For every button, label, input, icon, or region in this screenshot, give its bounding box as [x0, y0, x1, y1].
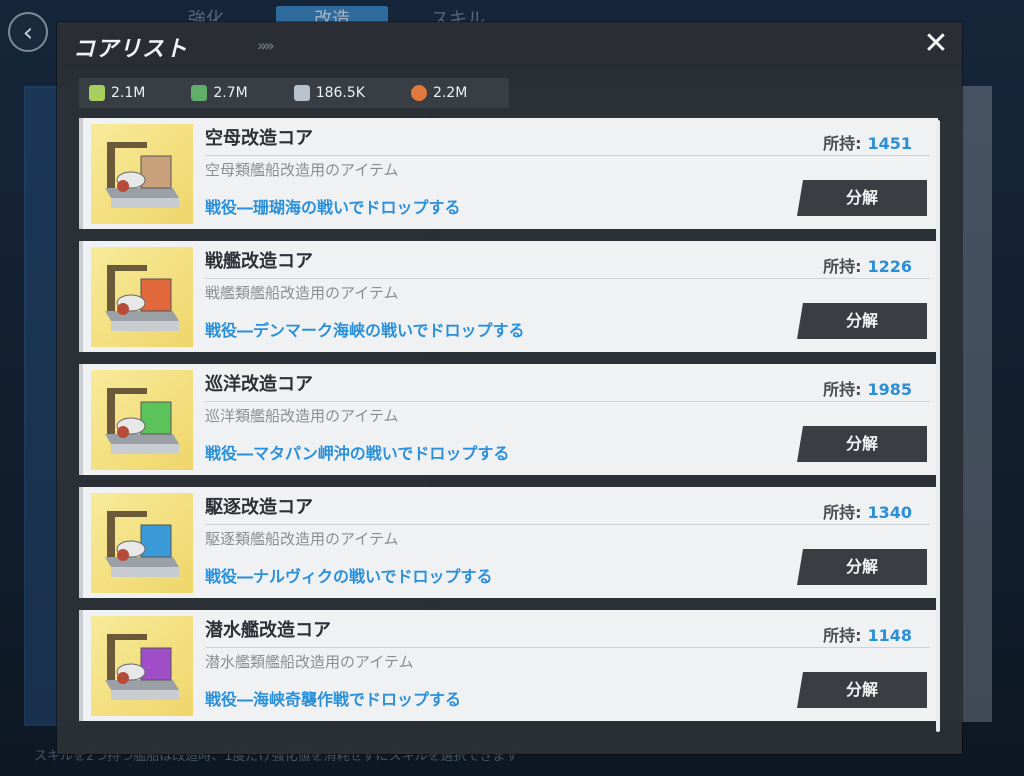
- ammo-icon: [191, 85, 208, 101]
- owned-label: 所持:: [823, 503, 862, 522]
- core-item-card: 空母改造コア 所持: 1451 空母類艦船改造用のアイテム 戦役―珊瑚海の戦いでド…: [79, 118, 938, 229]
- owned-count: 1340: [867, 503, 912, 522]
- core-item-source-link[interactable]: 戦役―海峡奇襲作戦でドロップする: [205, 686, 461, 710]
- fuel-icon: [89, 85, 105, 101]
- core-item-card: 潜水艦改造コア 所持: 1148 潜水艦類艦船改造用のアイテム 戦役―海峡奇襲作戦…: [79, 610, 938, 721]
- resource-steel: 186.5K: [293, 85, 365, 101]
- chevron-left-icon[interactable]: ‹: [8, 12, 48, 52]
- core-item-thumbnail: [91, 493, 193, 593]
- owned-label: 所持:: [823, 257, 862, 276]
- resource-fuel-value: 2.1M: [111, 85, 146, 101]
- core-item-source-link[interactable]: 戦役―珊瑚海の戦いでドロップする: [205, 194, 461, 218]
- resource-ammo: 2.7M: [191, 85, 248, 101]
- remodel-core-icon: [105, 634, 179, 700]
- core-item-description: 戦艦類艦船改造用のアイテム: [205, 284, 399, 302]
- core-item-source-link[interactable]: 戦役―デンマーク海峡の戦いでドロップする: [205, 317, 525, 341]
- core-item-owned: 所持: 1451: [823, 130, 912, 154]
- close-icon[interactable]: ✕: [921, 29, 951, 60]
- resource-aluminium: 2.2M: [410, 85, 468, 101]
- owned-count: 1451: [867, 134, 912, 153]
- owned-label: 所持:: [823, 380, 862, 399]
- modal-title: コアリスト: [73, 37, 189, 62]
- remodel-core-icon: [105, 142, 179, 208]
- core-item-description: 空母類艦船改造用のアイテム: [205, 161, 399, 179]
- core-item-card: 駆逐改造コア 所持: 1340 駆逐類艦船改造用のアイテム 戦役―ナルヴィクの戦い…: [79, 487, 938, 598]
- list-scrollbar[interactable]: [936, 120, 940, 732]
- core-item-thumbnail: [91, 616, 193, 716]
- steel-icon: [293, 85, 310, 101]
- chevrons-decoration: »»: [257, 36, 275, 55]
- core-item-name: 戦艦改造コア: [205, 251, 313, 272]
- owned-count: 1226: [867, 257, 912, 276]
- resource-fuel: 2.1M: [89, 85, 145, 101]
- core-item-source-link[interactable]: 戦役―マタパン岬沖の戦いでドロップする: [205, 440, 509, 464]
- dismantle-button[interactable]: 分解: [797, 426, 927, 462]
- dismantle-button[interactable]: 分解: [797, 180, 927, 216]
- core-item-description: 巡洋類艦船改造用のアイテム: [205, 407, 399, 425]
- owned-label: 所持:: [823, 134, 862, 153]
- dismantle-button[interactable]: 分解: [797, 549, 927, 585]
- core-item-owned: 所持: 1340: [823, 499, 912, 523]
- dismantle-button[interactable]: 分解: [797, 672, 927, 708]
- remodel-core-icon: [105, 265, 179, 331]
- resource-aluminium-value: 2.2M: [432, 85, 468, 101]
- core-item-source-link[interactable]: 戦役―ナルヴィクの戦いでドロップする: [205, 563, 493, 587]
- divider: [205, 401, 930, 402]
- core-item-card: 戦艦改造コア 所持: 1226 戦艦類艦船改造用のアイテム 戦役―デンマーク海峡の…: [79, 241, 938, 352]
- aluminium-icon: [410, 85, 427, 101]
- core-item-thumbnail: [91, 124, 193, 224]
- resource-bar: 2.1M 2.7M 186.5K 2.2M: [79, 78, 509, 108]
- core-item-name: 駆逐改造コア: [205, 497, 313, 518]
- dismantle-button[interactable]: 分解: [797, 303, 927, 339]
- core-item-description: 潜水艦類艦船改造用のアイテム: [205, 653, 414, 671]
- core-item-description: 駆逐類艦船改造用のアイテム: [205, 530, 399, 548]
- core-item-owned: 所持: 1226: [823, 253, 912, 277]
- remodel-core-icon: [105, 388, 179, 454]
- core-item-card: 巡洋改造コア 所持: 1985 巡洋類艦船改造用のアイテム 戦役―マタパン岬沖の戦…: [79, 364, 938, 475]
- core-list-modal: コアリスト »» ✕ 2.1M 2.7M 186.5K 2.2M 空母改造コア …: [57, 22, 962, 754]
- divider: [205, 524, 930, 525]
- core-item-thumbnail: [91, 370, 193, 470]
- owned-count: 1985: [867, 380, 912, 399]
- core-item-owned: 所持: 1985: [823, 376, 912, 400]
- core-item-name: 空母改造コア: [205, 128, 313, 149]
- core-item-thumbnail: [91, 247, 193, 347]
- remodel-core-icon: [105, 511, 179, 577]
- modal-header: コアリスト »» ✕: [57, 22, 962, 70]
- resource-ammo-value: 2.7M: [213, 85, 248, 101]
- divider: [205, 155, 930, 156]
- owned-count: 1148: [867, 626, 912, 645]
- resource-steel-value: 186.5K: [315, 85, 365, 101]
- divider: [205, 278, 930, 279]
- core-item-name: 巡洋改造コア: [205, 374, 313, 395]
- divider: [205, 647, 930, 648]
- owned-label: 所持:: [823, 626, 862, 645]
- core-item-owned: 所持: 1148: [823, 622, 912, 646]
- core-item-name: 潜水艦改造コア: [205, 620, 331, 641]
